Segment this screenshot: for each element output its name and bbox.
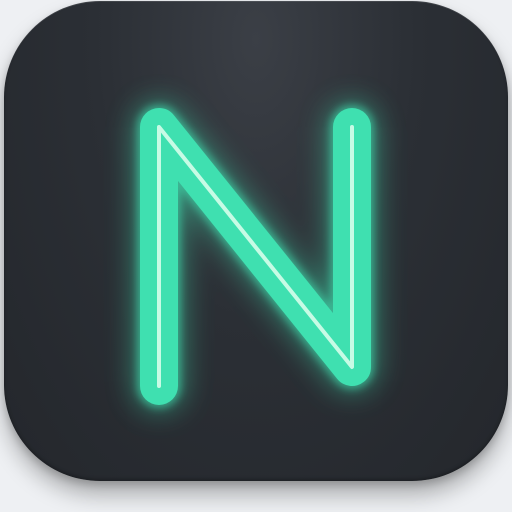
- app-icon[interactable]: [4, 1, 508, 481]
- icon-canvas: [0, 0, 512, 512]
- neon-letter-n-icon: [133, 101, 378, 412]
